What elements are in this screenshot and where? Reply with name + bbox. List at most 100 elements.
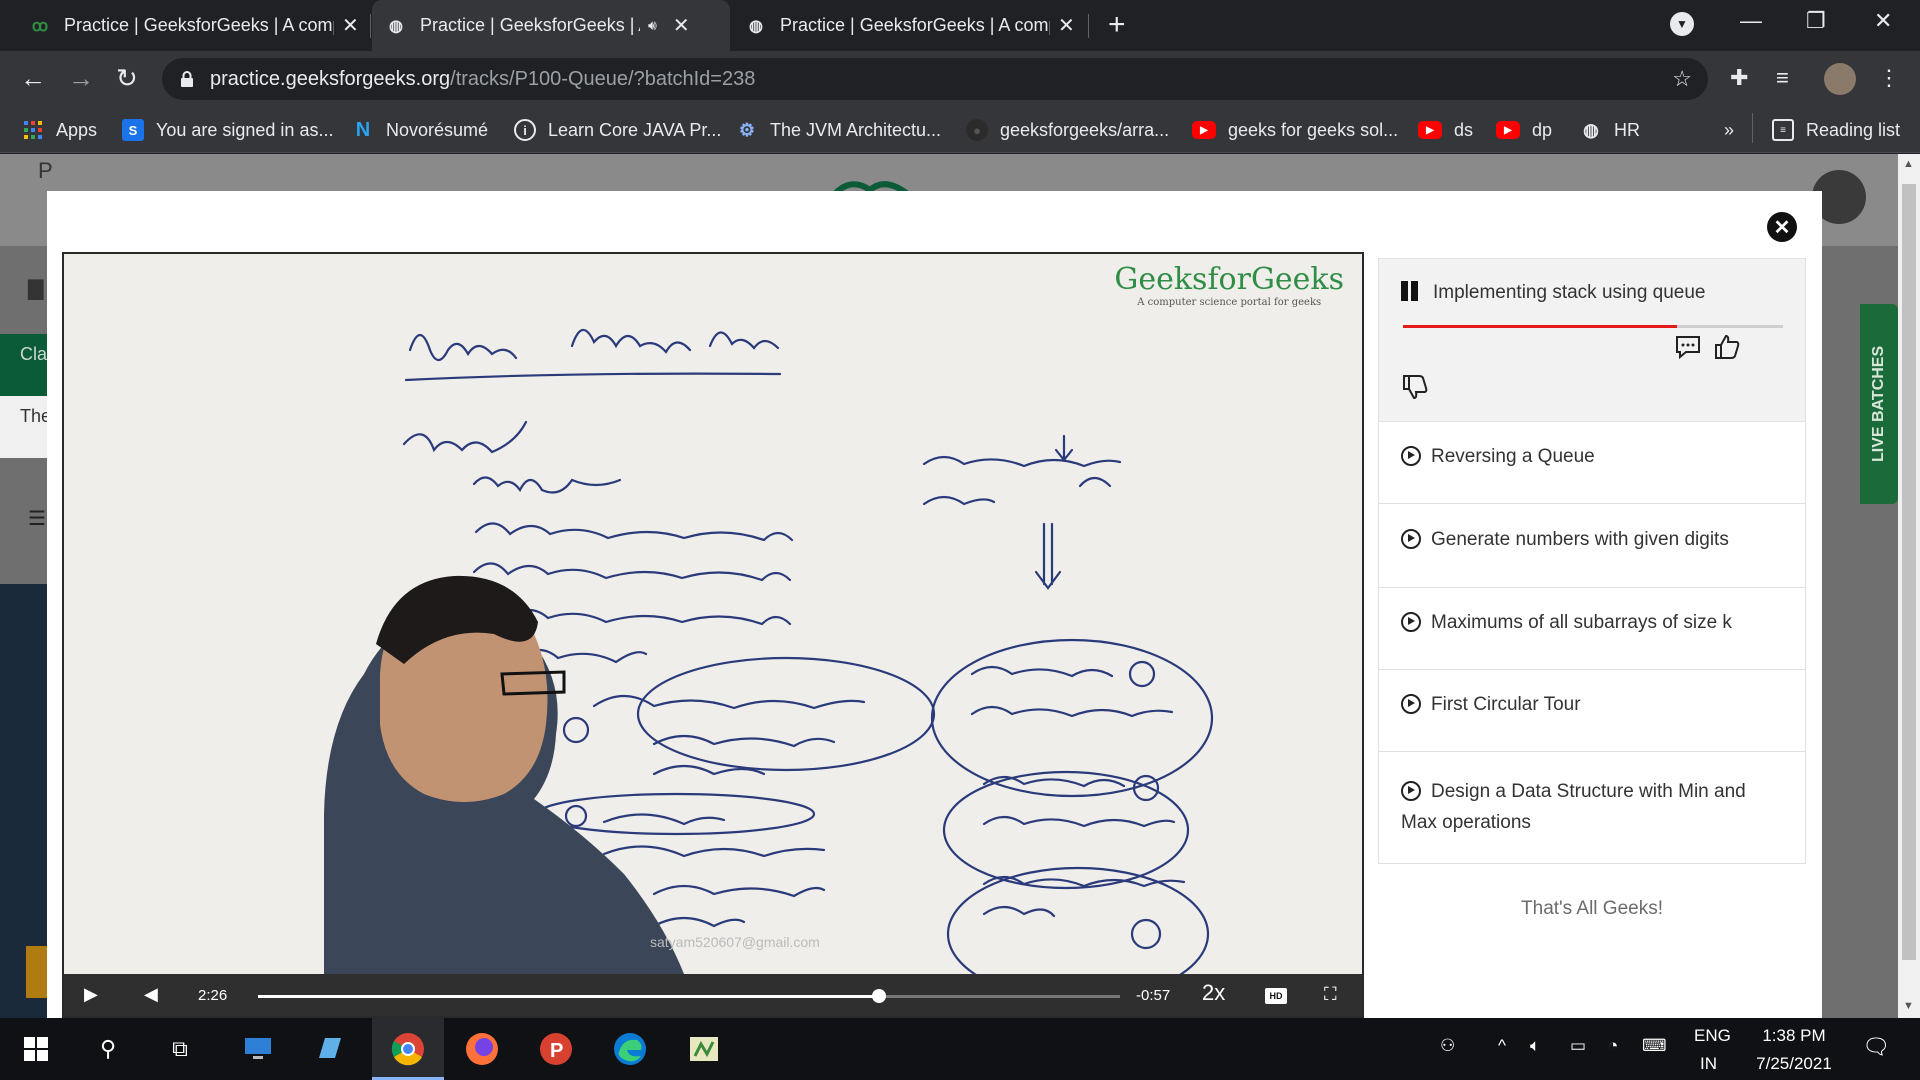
edge-icon[interactable] <box>612 1031 648 1067</box>
playlist-item[interactable]: First Circular Tour <box>1378 670 1806 752</box>
reading-list-button[interactable]: ≡ Reading list <box>1772 116 1900 144</box>
back-icon[interactable]: ← <box>20 63 46 94</box>
scrollbar-thumb[interactable] <box>1902 184 1916 960</box>
bookmark-jvm[interactable]: ⚙ The JVM Architectu... <box>736 116 941 144</box>
bookmark-ds[interactable]: ▶ ds <box>1418 116 1473 144</box>
s-icon: S <box>122 119 144 141</box>
elapsed-time: 2:26 <box>198 987 228 1004</box>
bookmark-gfg-solutions[interactable]: ▶ geeks for geeks sol... <box>1192 116 1398 144</box>
globe-icon: ◍ <box>389 17 403 35</box>
comment-icon[interactable] <box>1675 335 1701 366</box>
browser-tab-2[interactable]: ◍ Practice | GeeksforGeeks | A 🔊︎ ✕ <box>372 0 730 51</box>
bookmarks-bar: Apps S You are signed in as... N Novorés… <box>0 107 1920 153</box>
menu-kebab-icon[interactable]: ⋮ <box>1878 65 1900 91</box>
github-icon: ● <box>966 119 988 141</box>
close-icon[interactable]: ✕ <box>342 13 359 38</box>
speaker-icon[interactable]: 🔊︎ <box>648 17 657 34</box>
playlist-current-item[interactable]: Implementing stack using queue <box>1378 258 1806 422</box>
bookmark-apps[interactable]: Apps <box>22 116 97 144</box>
video-watermark: satyam520607@gmail.com <box>650 934 820 950</box>
bookmark-label: Apps <box>56 119 98 140</box>
playlist-item-title: Reversing a Queue <box>1431 446 1595 467</box>
whiteboard-drawing <box>324 328 1214 974</box>
browser-tab-3[interactable]: ◍ Practice | GeeksforGeeks | A comp ✕ <box>732 0 1089 51</box>
modal-close-icon[interactable]: ✕ <box>1767 212 1797 242</box>
minimize-icon[interactable]: — <box>1740 8 1762 34</box>
firefox-icon[interactable] <box>464 1031 500 1067</box>
play-circle-icon <box>1401 612 1421 632</box>
people-icon[interactable]: ⚇ <box>1440 1036 1455 1056</box>
volume-icon[interactable]: ◀ <box>144 984 158 1005</box>
tray-expand-icon[interactable]: ^ <box>1498 1036 1506 1056</box>
notebook-icon[interactable] <box>312 1031 348 1067</box>
play-icon[interactable]: ▶ <box>84 984 98 1005</box>
close-icon[interactable]: ✕ <box>1058 13 1075 38</box>
bookmark-dp[interactable]: ▶ dp <box>1496 116 1552 144</box>
forward-icon[interactable]: → <box>68 63 94 94</box>
keyboard-icon[interactable]: ⌨ <box>1642 1036 1667 1056</box>
playlist-item[interactable]: Generate numbers with given digits <box>1378 504 1806 588</box>
scroll-down-icon[interactable]: ▼ <box>1903 1000 1914 1012</box>
new-tab-icon[interactable]: + <box>1108 8 1126 42</box>
reload-icon[interactable]: ↻ <box>116 63 138 94</box>
more-bookmarks-icon[interactable]: » <box>1724 116 1734 144</box>
apps-grid-icon <box>22 119 44 141</box>
bookmark-novoresume[interactable]: N Novorésumé <box>352 116 488 144</box>
page-scrollbar[interactable]: ▲ ▼ <box>1898 154 1920 1018</box>
playlist-end-message: That's All Geeks! <box>1521 898 1663 919</box>
bookmark-label: Learn Core JAVA Pr... <box>548 119 722 140</box>
profile-avatar[interactable] <box>1824 63 1856 95</box>
youtube-icon: ▶ <box>1496 121 1520 139</box>
live-batches-tab[interactable]: LIVE BATCHES <box>1860 304 1898 504</box>
course-icon: ▇ <box>28 278 44 300</box>
notifications-icon[interactable]: 🗨︎ <box>1862 1034 1890 1060</box>
windows-start-icon[interactable] <box>18 1031 54 1067</box>
language-top[interactable]: ENG <box>1694 1026 1731 1046</box>
seek-handle[interactable] <box>871 989 886 1003</box>
playlist-item[interactable]: Design a Data Structure with Min and Max… <box>1378 752 1806 864</box>
video-player[interactable]: GeeksforGeeks A computer science portal … <box>62 252 1364 1018</box>
bookmark-hr[interactable]: ◍ HR <box>1580 116 1640 144</box>
chrome-icon[interactable] <box>390 1031 426 1067</box>
code-editor-icon[interactable] <box>686 1031 722 1067</box>
seek-bar[interactable] <box>258 989 1120 1003</box>
gfg-icon: ꝏ <box>31 17 49 35</box>
tab-search-icon[interactable]: ▼ <box>1670 12 1694 36</box>
url-host: practice.geeksforgeeks.org <box>210 67 451 90</box>
clock-date[interactable]: 7/25/2021 <box>1746 1054 1842 1074</box>
tab-title: Practice | GeeksforGeeks | A comp <box>780 15 1050 35</box>
lock-icon <box>180 70 194 88</box>
address-bar[interactable]: practice.geeksforgeeks.org/tracks/P100-Q… <box>162 58 1708 100</box>
thumbs-up-icon[interactable] <box>1713 333 1741 367</box>
battery-icon[interactable]: ▭ <box>1570 1036 1586 1056</box>
bookmark-star-icon[interactable]: ☆ <box>1672 66 1692 92</box>
this-pc-icon[interactable] <box>240 1031 276 1067</box>
playlist-item[interactable]: Maximums of all subarrays of size k <box>1378 588 1806 670</box>
class-band: Cla The <box>0 334 51 458</box>
page-nav-text: P <box>38 158 53 183</box>
fullscreen-icon[interactable]: ⛶ <box>1324 984 1337 1005</box>
media-control-icon[interactable]: ≡ <box>1776 65 1789 91</box>
extensions-icon[interactable]: ✚ <box>1730 65 1748 91</box>
search-icon[interactable]: ⚲ <box>90 1031 126 1067</box>
scroll-up-icon[interactable]: ▲ <box>1903 158 1914 170</box>
language-bottom[interactable]: IN <box>1700 1054 1717 1074</box>
restore-icon[interactable]: ❐ <box>1806 8 1826 34</box>
speaker-tray-icon[interactable]: 🔈︎ <box>1530 1036 1540 1056</box>
pycharm-icon[interactable]: P <box>538 1031 574 1067</box>
browser-tab-1[interactable]: ꝏ Practice | GeeksforGeeks | A comp ✕ <box>16 0 373 51</box>
bookmark-github[interactable]: ● geeksforgeeks/arra... <box>966 116 1169 144</box>
hd-quality-icon[interactable]: HD <box>1265 988 1287 1004</box>
wifi-icon[interactable]: ◔ <box>1608 1036 1618 1056</box>
task-view-icon[interactable]: ⧉ <box>162 1031 198 1067</box>
tab-title: Practice | GeeksforGeeks | A <box>420 15 640 35</box>
bookmark-learn-java[interactable]: i Learn Core JAVA Pr... <box>514 116 721 144</box>
thumbs-down-icon[interactable] <box>1401 373 1429 407</box>
playback-speed-button[interactable]: 2x <box>1202 980 1225 1006</box>
bookmark-label: dp <box>1532 119 1553 140</box>
window-close-icon[interactable]: ✕ <box>1874 8 1892 34</box>
bookmark-signed-in[interactable]: S You are signed in as... <box>122 116 333 144</box>
clock-time[interactable]: 1:38 PM <box>1754 1026 1834 1046</box>
close-icon[interactable]: ✕ <box>673 13 690 38</box>
playlist-item[interactable]: Reversing a Queue <box>1378 422 1806 504</box>
